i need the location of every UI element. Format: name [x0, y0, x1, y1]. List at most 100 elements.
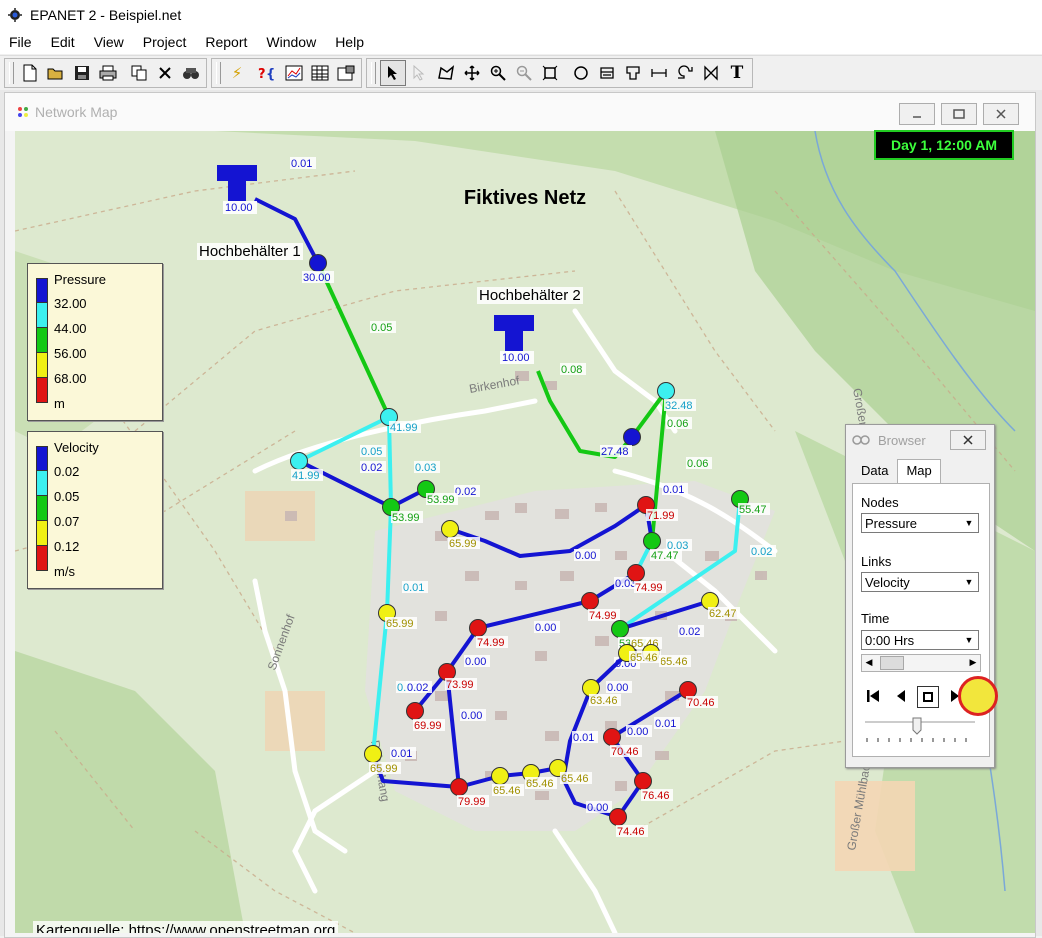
close-button[interactable]	[983, 103, 1019, 125]
nodes-select[interactable]: Pressure ▼	[861, 513, 979, 533]
node-pressure-label: 63.46	[590, 695, 618, 707]
junction-node[interactable]	[701, 592, 719, 610]
add-junction-icon[interactable]	[569, 61, 593, 85]
save-icon[interactable]	[70, 61, 94, 85]
junction-node[interactable]	[623, 428, 641, 446]
title-bar: EPANET 2 - Beispiel.net	[0, 0, 1042, 30]
network-map-titlebar[interactable]: Network Map	[5, 93, 1035, 131]
pressure-legend[interactable]: Pressure 32.00 44.00 56.00 68.00 m	[27, 263, 163, 421]
rewind-icon[interactable]	[863, 686, 883, 706]
junction-node[interactable]	[441, 520, 459, 538]
junction-node[interactable]	[406, 702, 424, 720]
maximize-button[interactable]	[941, 103, 977, 125]
add-valve-icon[interactable]	[699, 61, 723, 85]
junction-node[interactable]	[627, 564, 645, 582]
toolbar-grip[interactable]	[371, 62, 376, 84]
menu-file[interactable]: File	[0, 34, 42, 50]
node-pressure-label: 27.48	[601, 446, 629, 458]
table-icon[interactable]	[308, 61, 332, 85]
legend-swatch	[36, 545, 48, 571]
legend-level: 68.00	[54, 371, 87, 386]
browser-close-button[interactable]	[950, 430, 986, 450]
junction-node[interactable]	[582, 679, 600, 697]
velocity-legend[interactable]: Velocity 0.02 0.05 0.07 0.12 m/s	[27, 431, 163, 589]
junction-node[interactable]	[643, 532, 661, 550]
junction-node[interactable]	[491, 767, 509, 785]
pan-icon[interactable]	[460, 61, 484, 85]
junction-node[interactable]	[469, 619, 487, 637]
pipe-velocity-label: 0.01	[403, 582, 424, 594]
legend-level: 56.00	[54, 346, 87, 361]
run-icon[interactable]: ⚡	[225, 61, 249, 85]
zoom-in-icon[interactable]	[486, 61, 510, 85]
stop-icon[interactable]	[917, 686, 939, 708]
junction-node[interactable]	[603, 728, 621, 746]
select-object-icon[interactable]	[380, 60, 406, 86]
full-extent-icon[interactable]	[538, 61, 562, 85]
junction-node[interactable]	[438, 663, 456, 681]
legend-level: 0.02	[54, 464, 80, 479]
time-select[interactable]: 0:00 Hrs ▼	[861, 630, 979, 650]
browser-titlebar[interactable]: Browser	[846, 425, 994, 455]
junction-node[interactable]	[364, 745, 382, 763]
junction-node[interactable]	[657, 382, 675, 400]
legend-title: Velocity	[54, 440, 99, 455]
tab-map[interactable]: Map	[897, 459, 941, 483]
toolbar-grip[interactable]	[9, 62, 14, 84]
menu-edit[interactable]: Edit	[42, 34, 85, 50]
junction-node[interactable]	[309, 254, 327, 272]
delete-icon[interactable]	[153, 61, 177, 85]
add-tank-icon[interactable]	[621, 61, 645, 85]
select-region-icon[interactable]	[434, 61, 458, 85]
junction-node[interactable]	[450, 778, 468, 796]
add-label-icon[interactable]: T	[725, 61, 749, 85]
minimize-button[interactable]	[899, 103, 935, 125]
junction-node[interactable]	[581, 592, 599, 610]
junction-node[interactable]	[609, 808, 627, 826]
print-icon[interactable]	[96, 61, 120, 85]
copy-icon[interactable]	[127, 61, 151, 85]
find-icon[interactable]	[179, 61, 203, 85]
zoom-out-icon[interactable]	[512, 61, 536, 85]
new-file-icon[interactable]	[18, 61, 42, 85]
menu-project[interactable]: Project	[134, 34, 197, 50]
links-select[interactable]: Velocity ▼	[861, 572, 979, 592]
junction-node[interactable]	[290, 452, 308, 470]
node-pressure-label: 74.99	[589, 610, 617, 622]
nodes-label: Nodes	[861, 495, 899, 510]
pipe-velocity-label: 0.06	[687, 458, 708, 470]
add-reservoir-icon[interactable]	[595, 61, 619, 85]
pipe-velocity-label: 0.02	[679, 626, 700, 638]
pipe-velocity-label: 0.02	[751, 546, 772, 558]
scroll-right-icon[interactable]: ▶	[966, 655, 980, 669]
add-pipe-icon[interactable]	[647, 61, 671, 85]
junction-node[interactable]	[679, 681, 697, 699]
node-pressure-label: 41.99	[292, 470, 320, 482]
speed-slider[interactable]	[861, 716, 979, 746]
junction-node[interactable]	[611, 620, 629, 638]
open-folder-icon[interactable]	[44, 61, 68, 85]
select-vertex-icon[interactable]	[408, 61, 432, 85]
tab-data[interactable]: Data	[852, 459, 897, 483]
menu-help[interactable]: Help	[326, 34, 374, 50]
toolbar-grip[interactable]	[216, 62, 221, 84]
menu-report[interactable]: Report	[196, 34, 257, 50]
legend-level: 0.12	[54, 539, 80, 554]
node-pressure-label: 65.46	[630, 652, 658, 664]
graph-icon[interactable]	[282, 61, 306, 85]
node-pressure-label: 65.46	[526, 778, 554, 790]
map-title: Fiktives Netz	[463, 187, 587, 209]
time-scrollbar[interactable]: ◀ ▶	[861, 654, 981, 672]
simulation-clock: Day 1, 12:00 AM	[874, 130, 1014, 160]
add-pump-icon[interactable]	[673, 61, 697, 85]
scroll-left-icon[interactable]: ◀	[862, 655, 876, 669]
menu-window[interactable]: Window	[257, 34, 326, 50]
menu-view[interactable]: View	[85, 34, 134, 50]
options-icon[interactable]	[334, 61, 358, 85]
back-icon[interactable]	[891, 686, 911, 706]
epanet-app-icon[interactable]	[6, 6, 24, 24]
query-icon[interactable]: ?{	[256, 61, 280, 85]
legend-swatch	[36, 352, 48, 378]
scroll-thumb[interactable]	[880, 656, 904, 670]
junction-node[interactable]	[634, 772, 652, 790]
